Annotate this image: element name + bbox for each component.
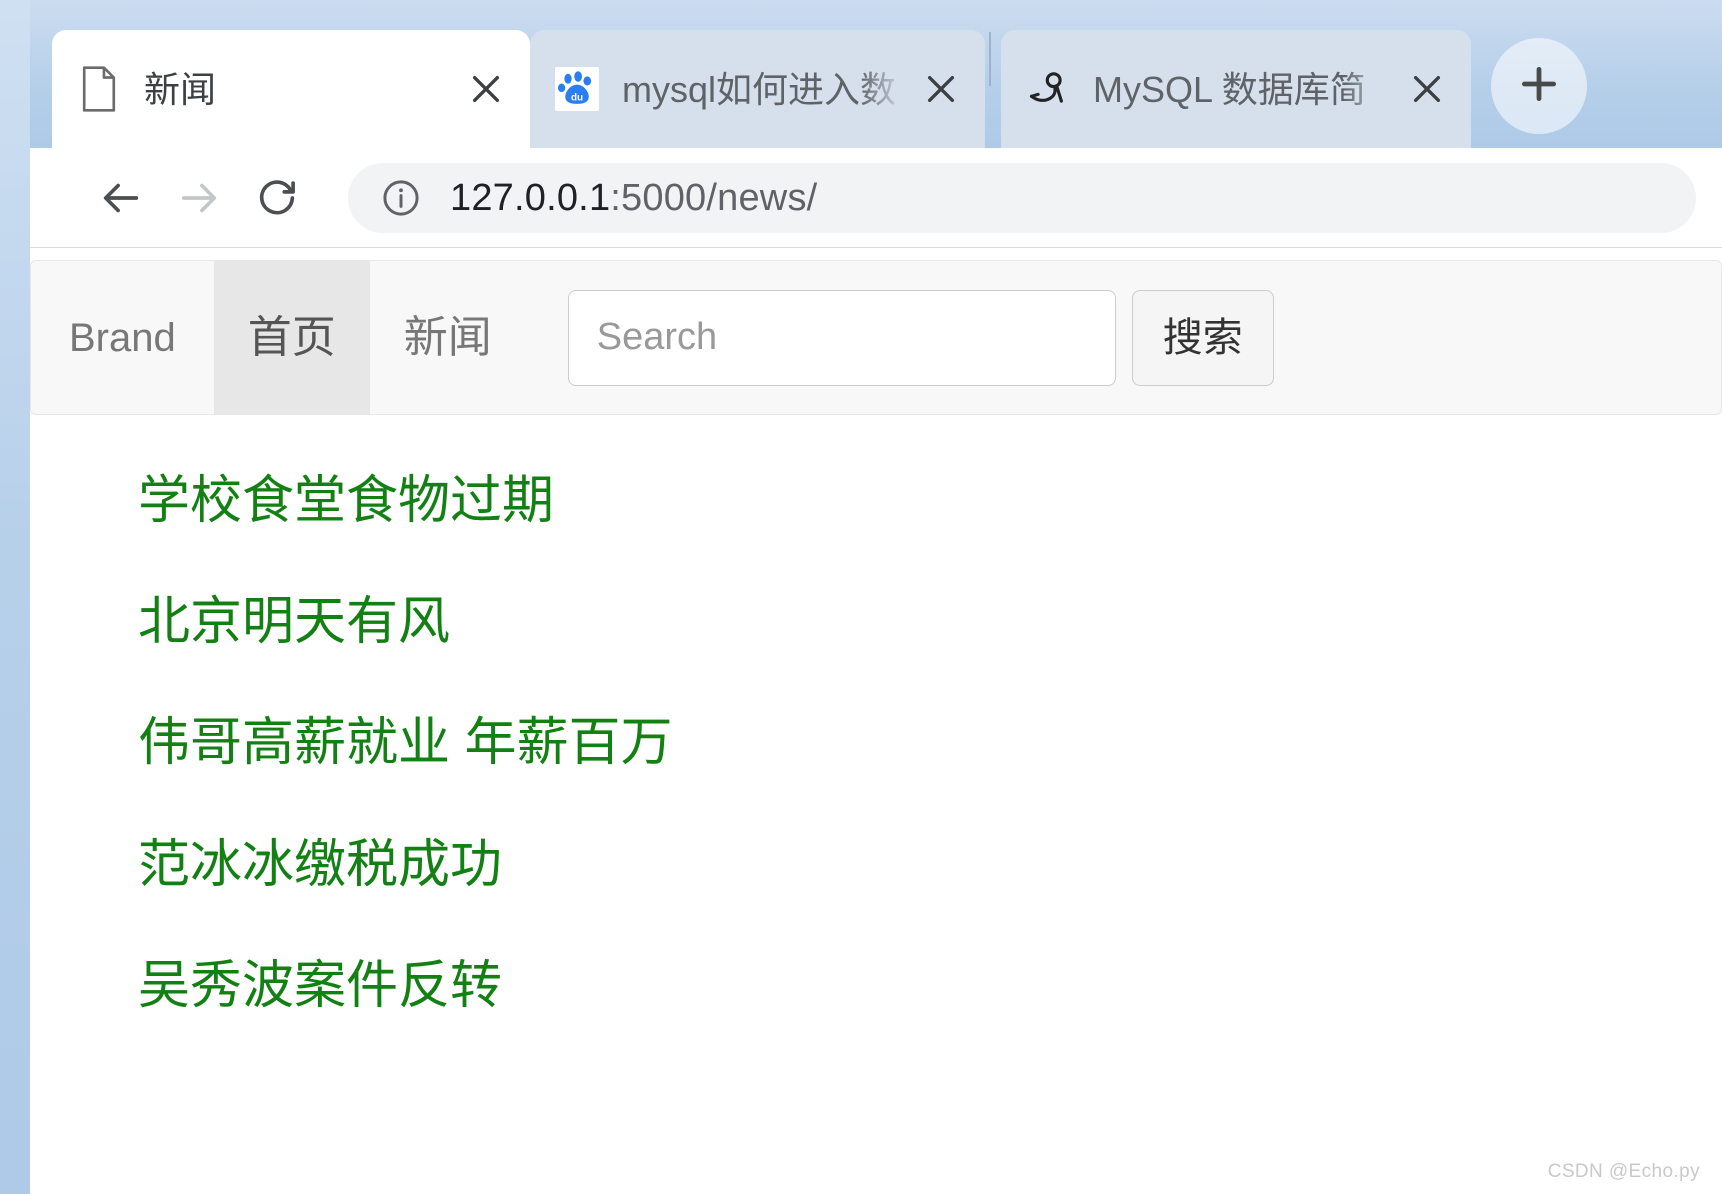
tab-close-icon[interactable] — [460, 63, 512, 115]
browser-tab-title: mysql如何进入数 — [622, 68, 897, 110]
list-item: 伟哥高薪就业 年薪百万 — [138, 715, 1722, 772]
navbar-brand[interactable]: Brand — [31, 261, 214, 414]
list-item: 北京明天有风 — [138, 594, 1722, 651]
forward-arrow-icon — [176, 175, 222, 221]
forward-button — [160, 159, 238, 237]
url-path: :5000/news/ — [610, 176, 818, 219]
browser-tab-2[interactable]: MySQL 数据库简 — [1001, 30, 1471, 148]
address-bar-url: 127.0.0.1:5000/news/ — [450, 179, 817, 217]
document-icon — [76, 66, 122, 112]
back-button[interactable] — [82, 159, 160, 237]
browser-tab-0[interactable]: 新闻 — [52, 30, 530, 148]
new-tab-button[interactable] — [1491, 38, 1587, 134]
back-arrow-icon — [98, 175, 144, 221]
browser-tab-title: MySQL 数据库简 — [1093, 68, 1366, 110]
search-button[interactable]: 搜索 — [1131, 289, 1274, 386]
search-input[interactable] — [567, 289, 1116, 386]
browser-tab-1[interactable]: du mysql如何进入数 — [530, 30, 985, 148]
browser-tab-title: 新闻 — [144, 68, 217, 110]
url-host: 127.0.0.1 — [450, 176, 611, 219]
page-viewport: Brand 首页 新闻 搜索 学校食堂食物过期 北京明天有风 伟哥高薪就业 年薪… — [30, 248, 1722, 1193]
info-circle-icon[interactable] — [378, 175, 424, 221]
news-link[interactable]: 伟哥高薪就业 年薪百万 — [138, 714, 672, 772]
news-link[interactable]: 学校食堂食物过期 — [138, 472, 554, 530]
news-link[interactable]: 北京明天有风 — [138, 593, 450, 651]
browser-toolbar: 127.0.0.1:5000/news/ — [30, 148, 1722, 248]
list-item: 吴秀波案件反转 — [138, 957, 1722, 1015]
news-list: 学校食堂食物过期 北京明天有风 伟哥高薪就业 年薪百万 范冰冰缴税成功 吴秀波案… — [138, 472, 1722, 1015]
list-item: 范冰冰缴税成功 — [138, 836, 1722, 894]
news-link[interactable]: 范冰冰缴税成功 — [138, 836, 502, 894]
mysql-dolphin-icon — [1025, 66, 1071, 112]
address-bar[interactable]: 127.0.0.1:5000/news/ — [348, 162, 1696, 233]
svg-text:du: du — [571, 93, 583, 104]
list-item: 学校食堂食物过期 — [138, 472, 1722, 530]
baidu-icon: du — [554, 66, 600, 112]
reload-icon — [254, 175, 300, 221]
watermark: CSDN @Echo.py — [1547, 1161, 1700, 1182]
browser-tab-strip: 新闻 du mysql如何进入数 MySQL 数据库简 — [30, 0, 1722, 148]
nav-item-home[interactable]: 首页 — [213, 261, 370, 414]
browser-window: 新闻 du mysql如何进入数 MySQL 数据库简 127.0.0.1:50… — [30, 0, 1722, 1194]
tab-separator — [989, 32, 991, 86]
reload-button[interactable] — [238, 159, 316, 237]
tab-close-icon[interactable] — [1401, 63, 1453, 115]
tab-close-icon[interactable] — [915, 63, 967, 115]
plus-icon — [1517, 62, 1561, 111]
site-navbar: Brand 首页 新闻 搜索 — [30, 260, 1722, 415]
navbar-search-form: 搜索 — [567, 261, 1274, 414]
news-link[interactable]: 吴秀波案件反转 — [138, 957, 502, 1015]
nav-item-news[interactable]: 新闻 — [370, 261, 526, 414]
